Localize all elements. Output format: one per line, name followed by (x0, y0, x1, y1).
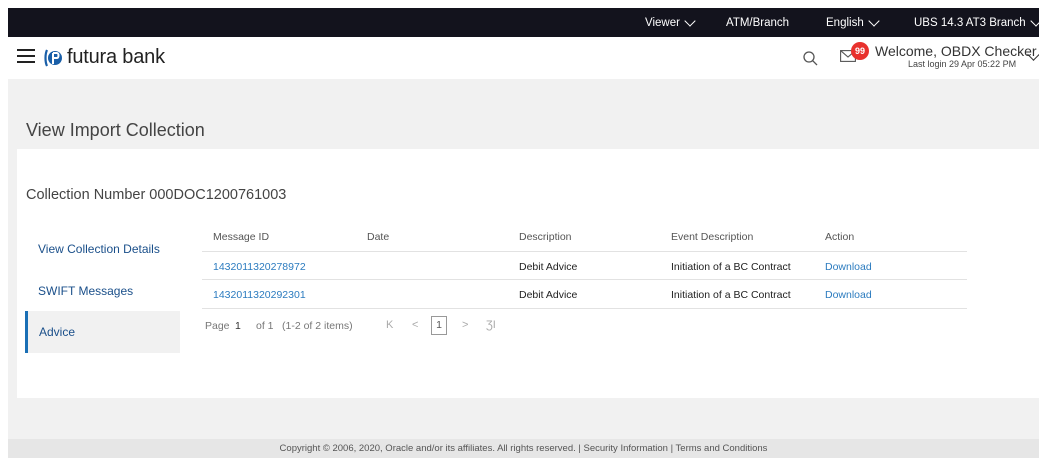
tab-view-collection-details[interactable]: View Collection Details (25, 229, 180, 269)
tab-label: View Collection Details (38, 242, 160, 256)
brand-logo[interactable]: futura bank (44, 46, 165, 69)
current-page-button[interactable]: 1 (431, 316, 447, 335)
first-page-button[interactable]: K (386, 319, 393, 331)
branch-dropdown[interactable]: UBS 14.3 AT3 Branch (914, 14, 1039, 29)
previous-page-button[interactable]: < (412, 319, 418, 331)
futura-logo-icon (44, 49, 62, 66)
language-dropdown[interactable]: English (826, 14, 880, 29)
branch-label: UBS 14.3 AT3 Branch (914, 17, 1026, 29)
message-id-link[interactable]: 1432011320292301 (213, 289, 306, 301)
notification-badge[interactable]: 99 (851, 42, 869, 60)
column-header-date: Date (367, 231, 390, 243)
collection-number: Collection Number 000DOC1200761003 (26, 187, 287, 203)
brand-name: futura bank (67, 46, 165, 68)
tab-label: SWIFT Messages (38, 284, 134, 298)
top-bar: Viewer ATM/Branch English UBS 14.3 AT3 B… (8, 8, 1039, 37)
event-description-cell: Initiation of a BC Contract (671, 289, 791, 301)
column-header-action: Action (825, 231, 855, 243)
chevron-down-icon (684, 14, 696, 27)
app-header: futura bank 99 Welcome, OBDX Checker Las… (8, 37, 1039, 79)
column-header-message-id: Message ID (213, 231, 270, 243)
description-cell: Debit Advice (519, 261, 578, 273)
footer-text[interactable]: Copyright © 2006, 2020, Oracle and/or it… (280, 443, 768, 454)
table-row: 1432011320278972 Debit Advice Initiation… (202, 251, 967, 280)
hamburger-menu-icon[interactable] (17, 49, 35, 63)
viewer-label: Viewer (645, 17, 680, 29)
items-range-label: (1-2 of 2 items) (282, 320, 353, 332)
tab-label: Advice (39, 325, 76, 339)
page-label: Page (205, 320, 230, 332)
footer: Copyright © 2006, 2020, Oracle and/or it… (8, 439, 1039, 458)
viewer-dropdown[interactable]: Viewer (645, 14, 696, 29)
collection-card: Collection Number 000DOC1200761003 View … (17, 149, 1039, 398)
search-icon[interactable] (803, 51, 818, 66)
next-page-button[interactable]: > (462, 319, 468, 331)
welcome-text[interactable]: Welcome, OBDX Checker (875, 43, 1037, 59)
atm-branch-label: ATM/Branch (726, 17, 790, 29)
tab-swift-messages[interactable]: SWIFT Messages (25, 271, 180, 311)
message-id-link[interactable]: 1432011320278972 (213, 261, 306, 273)
chevron-down-icon (1029, 14, 1039, 27)
chevron-down-icon (868, 14, 880, 27)
last-login-text: Last login 29 Apr 05:22 PM (908, 59, 1017, 69)
table-row: 1432011320292301 Debit Advice Initiation… (202, 280, 967, 309)
description-cell: Debit Advice (519, 289, 578, 301)
last-page-button[interactable]: ƷI (486, 319, 496, 331)
page-number-input[interactable]: 1 (235, 320, 241, 332)
tab-advice[interactable]: Advice (25, 311, 180, 353)
page-title: View Import Collection (26, 120, 205, 140)
download-link[interactable]: Download (825, 289, 872, 301)
page-of-label: of 1 (256, 320, 274, 332)
language-label: English (826, 17, 864, 29)
column-header-description: Description (519, 231, 572, 243)
atm-branch-link[interactable]: ATM/Branch (726, 17, 789, 29)
event-description-cell: Initiation of a BC Contract (671, 261, 791, 273)
download-link[interactable]: Download (825, 261, 872, 273)
column-header-event-description: Event Description (671, 231, 754, 243)
